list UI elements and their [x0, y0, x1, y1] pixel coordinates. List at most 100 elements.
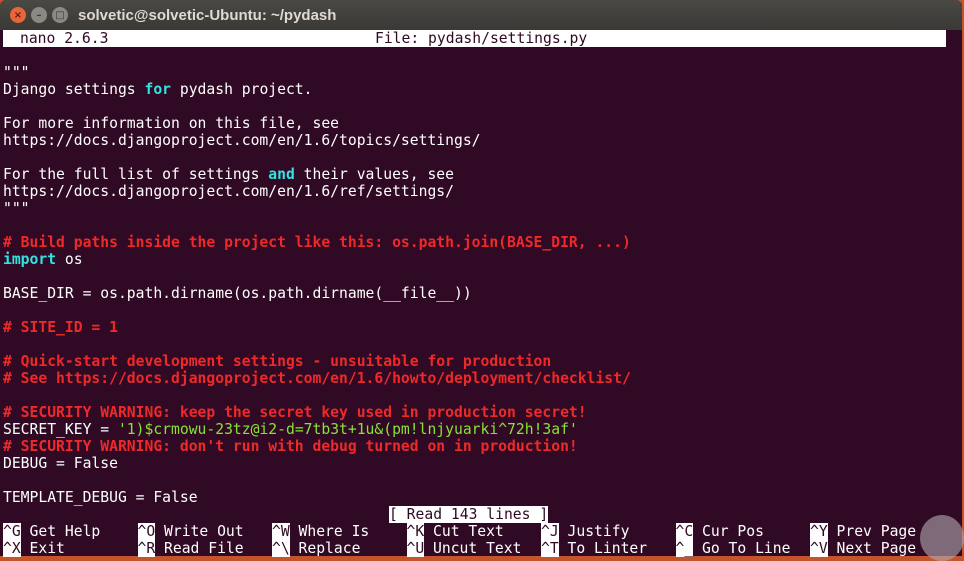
shortcut-key: ^R [137, 540, 156, 557]
shortcut-justify[interactable]: ^J Justify [541, 523, 629, 540]
code-line: import os [3, 251, 946, 268]
shortcut-label: Where Is [298, 523, 370, 540]
code-token: """ [3, 64, 30, 81]
shortcut-write-out[interactable]: ^O Write Out [137, 523, 244, 540]
code-token: # SECURITY WARNING: keep the secret key … [3, 404, 587, 421]
nano-filename: File: pydash/settings.py [375, 30, 588, 47]
shortcut-label: Write Out [164, 523, 244, 540]
shortcut-where-is[interactable]: ^W Where Is [272, 523, 369, 540]
code-line: # See https://docs.djangoproject.com/en/… [3, 370, 946, 387]
code-line: https://docs.djangoproject.com/en/1.6/re… [3, 183, 946, 200]
shortcut-key: ^C [675, 523, 694, 540]
shortcut-label: Uncut Text [433, 540, 522, 557]
maximize-icon: □ [55, 9, 65, 21]
code-line: # SECURITY WARNING: keep the secret key … [3, 404, 946, 421]
shortcut-go-to-line[interactable]: ^_ Go To Line [675, 540, 791, 557]
code-token: DEBUG = False [3, 455, 118, 472]
nano-version: nano 2.6.3 [20, 30, 109, 47]
code-line: """ [3, 64, 946, 81]
code-token: and [268, 166, 295, 183]
code-token: # SITE_ID = 1 [3, 319, 118, 336]
shortcut-label: Cur Pos [702, 523, 764, 540]
shortcut-label: Exit [29, 540, 65, 557]
code-line: BASE_DIR = os.path.dirname(os.path.dirna… [3, 285, 946, 302]
code-token: https://docs.djangoproject.com/en/1.6/re… [3, 183, 454, 200]
terminal-content[interactable]: nano 2.6.3 File: pydash/settings.py """ Dj… [3, 30, 946, 506]
code-token: # SECURITY WARNING: don't run with debug… [3, 438, 578, 455]
shortcut-label: Read File [164, 540, 244, 557]
code-token: their values, see [294, 166, 454, 183]
watermark-logo [920, 515, 964, 561]
shortcut-label: Replace [298, 540, 361, 557]
code-line: # SITE_ID = 1 [3, 319, 946, 336]
shortcut-label: Go To Line [702, 540, 791, 557]
shortcut-key: ^Y [810, 523, 828, 540]
terminal-window: × – □ solvetic@solvetic-Ubuntu: ~/pydash… [0, 0, 962, 557]
shortcut-key: ^W [272, 523, 290, 540]
shortcut-key: ^\ [272, 540, 290, 557]
window-title: solvetic@solvetic-Ubuntu: ~/pydash [78, 6, 337, 24]
code-token: https://docs.djangoproject.com/en/1.6/to… [3, 132, 481, 149]
minimize-window-button[interactable]: – [31, 7, 47, 23]
shortcut-label: Cut Text [433, 523, 504, 540]
code-token: For the full list of settings [3, 166, 269, 183]
shortcut-label: Next Page [836, 540, 917, 557]
shortcut-get-help[interactable]: ^G Get Help [3, 523, 100, 540]
code-token: # Build paths inside the project like th… [3, 234, 631, 251]
code-token: import [3, 251, 57, 268]
shortcut-label: Prev Page [836, 523, 917, 540]
code-token: # Quick-start development settings - uns… [3, 353, 552, 370]
shortcut-replace[interactable]: ^\ Replace [272, 540, 360, 557]
shortcut-exit[interactable]: ^X Exit [3, 540, 65, 557]
shortcut-uncut-text[interactable]: ^U Uncut Text [406, 540, 522, 557]
shortcut-prev-page[interactable]: ^Y Prev Page [810, 523, 916, 540]
shortcut-to-linter[interactable]: ^T To Linter [541, 540, 647, 557]
code-line: DEBUG = False [3, 455, 946, 472]
code-line: # Quick-start development settings - uns… [3, 353, 946, 370]
title-bar: × – □ solvetic@solvetic-Ubuntu: ~/pydash [0, 0, 962, 30]
editor-text-area[interactable]: """ Django settings for pydash project. Fo… [3, 64, 946, 506]
nano-header: nano 2.6.3 File: pydash/settings.py [3, 30, 946, 47]
code-token: SECRET_KEY = [3, 421, 118, 438]
shortcut-key: ^_ [675, 540, 694, 557]
code-token: For more information on this file, see [3, 115, 340, 132]
code-token: '1)$crmowu-23tz@i2-d=7tb3t+1u&(pm!lnjyua… [117, 421, 578, 438]
shortcut-next-page[interactable]: ^V Next Page [810, 540, 916, 557]
code-line: # SECURITY WARNING: don't run with debug… [3, 438, 946, 455]
shortcut-cut-text[interactable]: ^K Cut Text [406, 523, 504, 540]
shortcut-key: ^T [541, 540, 559, 557]
shortcut-key: ^J [541, 523, 559, 540]
code-token: BASE_DIR = os.path.dirname(os.path.dirna… [3, 285, 472, 302]
code-line: """ [3, 200, 946, 217]
maximize-window-button[interactable]: □ [52, 7, 68, 23]
shortcut-key: ^U [406, 540, 425, 557]
code-line: For more information on this file, see [3, 115, 946, 132]
close-window-button[interactable]: × [10, 7, 26, 23]
code-token: """ [3, 200, 30, 217]
shortcut-key: ^O [137, 523, 156, 540]
code-line: SECRET_KEY = '1)$crmowu-23tz@i2-d=7tb3t+… [3, 421, 946, 438]
shortcut-label: To Linter [567, 540, 648, 557]
shortcut-key: ^V [810, 540, 828, 557]
code-token: Django settings [3, 81, 145, 98]
code-line: TEMPLATE_DEBUG = False [3, 489, 946, 506]
code-line: # Build paths inside the project like th… [3, 234, 946, 251]
code-line: For the full list of settings and their … [3, 166, 946, 183]
shortcut-read-file[interactable]: ^R Read File [137, 540, 244, 557]
shortcut-label: Get Help [29, 523, 101, 540]
code-token: for [144, 81, 172, 98]
close-icon: × [13, 9, 23, 21]
shortcut-key: ^K [406, 523, 425, 540]
code-line: https://docs.djangoproject.com/en/1.6/to… [3, 132, 946, 149]
code-line: Django settings for pydash project. [3, 81, 946, 98]
shortcut-label: Justify [567, 523, 630, 540]
code-token: os [56, 251, 83, 268]
shortcut-cur-pos[interactable]: ^C Cur Pos [675, 523, 764, 540]
